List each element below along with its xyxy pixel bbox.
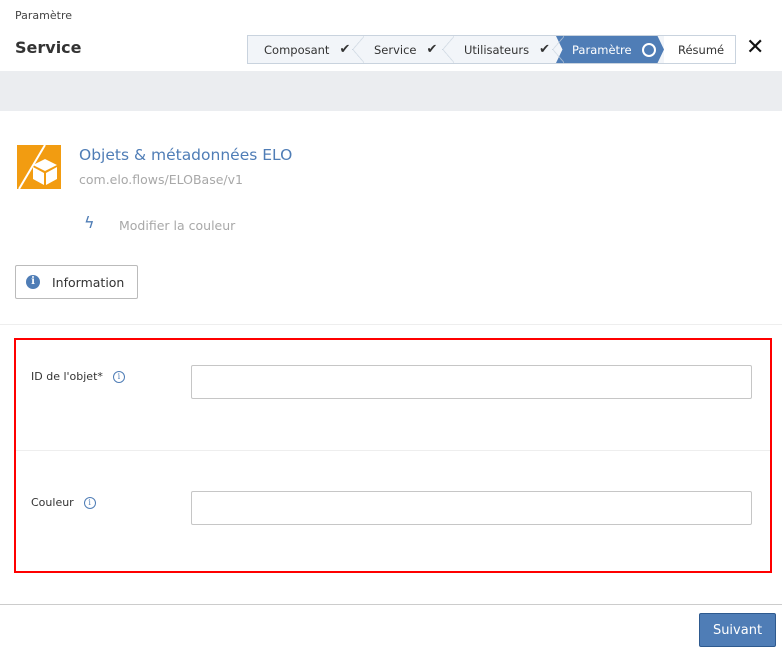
change-color-link[interactable]: Modifier la couleur [119,218,235,233]
step-label: Résumé [678,42,725,57]
information-button[interactable]: i Information [15,265,138,299]
step-label: Composant [264,42,330,57]
information-label: Information [52,274,125,290]
close-icon[interactable]: ✕ [746,35,764,60]
wizard-stepper: Composant ✔ Service ✔ Utilisateurs ✔ Paramè… [247,35,736,64]
service-name: Objets & métadonnées ELO [79,146,293,164]
footer-divider [0,604,782,605]
info-icon: i [26,275,40,289]
step-composant[interactable]: Composant ✔ [248,36,364,63]
service-id: com.elo.flows/ELOBase/v1 [79,172,243,187]
circle-icon [641,42,656,57]
step-utilisateurs[interactable]: Utilisateurs ✔ [448,36,564,63]
highlight-box [14,338,772,573]
step-label: Service [374,42,417,57]
step-resume[interactable]: Résumé [664,36,735,63]
check-icon: ✔ [339,42,351,57]
check-icon: ✔ [426,42,438,57]
check-icon: ✔ [539,42,551,57]
step-service[interactable]: Service ✔ [358,36,454,63]
next-button[interactable]: Suivant [699,613,776,647]
breadcrumb: Paramètre [15,9,72,22]
toolbar-band [0,71,782,111]
step-label: Paramètre [572,42,632,57]
lightning-icon: ϟ [84,213,95,232]
divider [0,324,782,325]
step-label: Utilisateurs [464,42,530,57]
step-parametre[interactable]: Paramètre [556,36,664,63]
page-title: Service [15,38,82,57]
service-logo [17,145,61,189]
cube-icon [18,145,57,189]
